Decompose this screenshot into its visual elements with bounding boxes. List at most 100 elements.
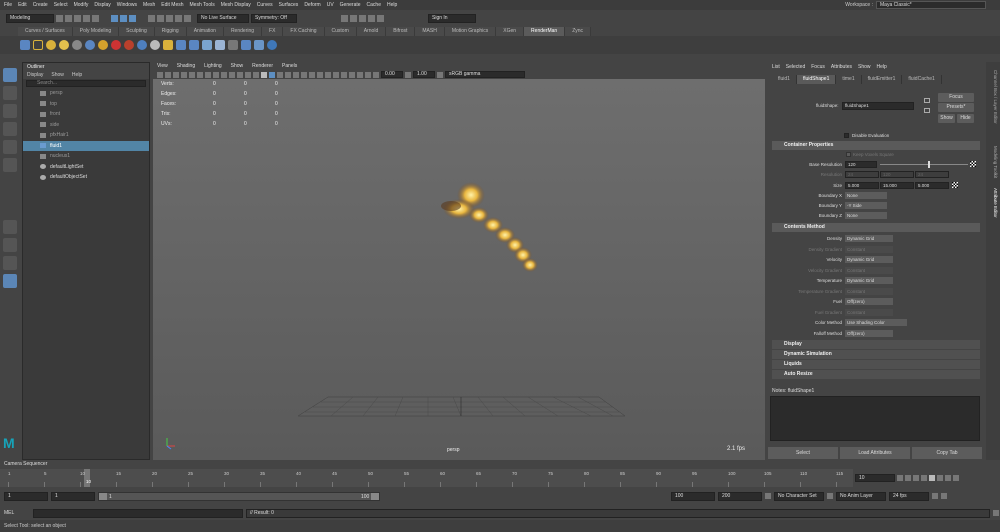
menu-surfaces[interactable]: Surfaces — [279, 2, 299, 8]
shelf-tab-poly-modeling[interactable]: Poly Modeling — [72, 27, 120, 36]
menu-create[interactable]: Create — [33, 2, 48, 8]
motion-blur-icon[interactable] — [317, 71, 323, 78]
anti-aliasing-icon[interactable] — [325, 71, 331, 78]
bxdf-icon[interactable] — [124, 40, 134, 50]
outliner-item-top[interactable]: top — [23, 99, 149, 110]
range-end-handle[interactable] — [371, 492, 379, 500]
render-frame-icon[interactable] — [350, 14, 357, 22]
script-language-toggle[interactable]: MEL — [4, 510, 30, 516]
four-pane-icon[interactable] — [3, 238, 17, 252]
menu-mesh[interactable]: Mesh — [143, 2, 155, 8]
shelf-tab-bifrost[interactable]: Bifrost — [386, 27, 416, 36]
redo-icon[interactable] — [92, 14, 99, 22]
material-icon[interactable] — [85, 40, 95, 50]
view-transform-dropdown[interactable]: sRGB gamma — [445, 71, 525, 78]
resolution-gate-icon[interactable] — [221, 71, 227, 78]
presets-button[interactable]: Presets* — [938, 103, 974, 112]
shelf-tab-xgen[interactable]: XGen — [496, 27, 525, 36]
render-view-icon[interactable] — [341, 14, 348, 22]
gate-mask-icon[interactable] — [229, 71, 235, 78]
pattern-icon[interactable] — [137, 40, 147, 50]
render-settings-icon[interactable] — [368, 14, 375, 22]
menu-select[interactable]: Select — [54, 2, 68, 8]
shelf-tab-renderman[interactable]: RenderMan — [524, 27, 566, 36]
keep-voxels-square-checkbox[interactable] — [846, 152, 851, 157]
xray-components-icon[interactable] — [365, 71, 371, 78]
outliner-search-input[interactable]: Search... — [26, 80, 146, 87]
star-icon[interactable] — [111, 40, 121, 50]
base-resolution-slider-handle[interactable] — [928, 161, 930, 168]
outliner-menu-show[interactable]: Show — [51, 71, 64, 79]
step-forward-key-icon[interactable] — [945, 475, 951, 481]
size-x-field[interactable]: 5.000 — [845, 182, 879, 189]
fps-dropdown[interactable]: 24 fps — [889, 491, 929, 501]
step-back-frame-icon[interactable] — [913, 475, 919, 481]
boundary-z-dropdown[interactable]: None — [845, 212, 887, 219]
shelf-tab-zync[interactable]: Zync — [565, 27, 592, 36]
auto-key-icon[interactable] — [932, 493, 938, 499]
tractor-icon[interactable] — [254, 40, 264, 50]
menu-help[interactable]: Help — [387, 2, 397, 8]
anim-layer-dropdown[interactable]: No Anim Layer — [836, 491, 886, 501]
rect-light-icon[interactable] — [72, 40, 82, 50]
symmetry-dropdown[interactable]: Symmetry: Off — [251, 13, 297, 23]
range-slider[interactable]: 1 100 — [98, 491, 380, 501]
viewport-menu-shading[interactable]: Shading — [177, 63, 195, 69]
fuel-dropdown[interactable]: Off(zero) — [845, 298, 893, 305]
ae-tab-time1[interactable]: time1 — [836, 75, 862, 84]
it-icon[interactable] — [189, 40, 199, 50]
undo-icon[interactable] — [83, 14, 90, 22]
ae-menu-help[interactable]: Help — [877, 64, 887, 70]
select-tool-icon[interactable] — [3, 68, 17, 82]
outliner-item-front[interactable]: front — [23, 109, 149, 120]
shelf-tab-fx[interactable]: FX — [262, 27, 284, 36]
menu-uv[interactable]: UV — [327, 2, 334, 8]
ae-tab-fluidcache1[interactable]: fluidCache1 — [902, 75, 942, 84]
help-icon[interactable] — [267, 40, 277, 50]
viewport-persp[interactable]: Verts: 0 0 0 Edges: 0 0 0 Faces: 0 0 0 Tris: 0 0 0 UVs: 0… — [153, 79, 765, 460]
outliner-item-nucleus1[interactable]: nucleus1 — [23, 151, 149, 162]
single-pane-icon[interactable] — [3, 220, 17, 234]
move-tool-icon[interactable] — [3, 122, 17, 136]
go-to-start-icon[interactable] — [897, 475, 903, 481]
use-all-lights-icon[interactable] — [293, 71, 299, 78]
size-y-field[interactable]: 15.000 — [880, 182, 914, 189]
grease-pencil-icon[interactable] — [197, 71, 203, 78]
exposure-field[interactable]: 0.00 — [381, 71, 403, 78]
shadows-icon[interactable] — [301, 71, 307, 78]
menu-windows[interactable]: Windows — [117, 2, 137, 8]
camera-icon[interactable] — [157, 71, 163, 78]
menu-display[interactable]: Display — [94, 2, 110, 8]
script-editor-icon[interactable] — [993, 510, 999, 516]
falloff-method-dropdown[interactable]: Off(zero) — [845, 329, 893, 337]
textured-icon[interactable] — [285, 71, 291, 78]
render-icon[interactable] — [33, 40, 43, 50]
snap-plane-icon[interactable] — [175, 14, 182, 22]
paint-select-icon[interactable] — [3, 104, 17, 118]
localqueue-icon[interactable] — [241, 40, 251, 50]
outliner-item-fluid1[interactable]: fluid1 — [23, 140, 149, 151]
menu-mesh-tools[interactable]: Mesh Tools — [190, 2, 215, 8]
exposure-icon[interactable] — [373, 71, 379, 78]
auto-resize-frame[interactable]: Auto Resize — [772, 370, 980, 379]
settings-icon[interactable] — [228, 40, 238, 50]
end-time-field[interactable]: 200 — [718, 491, 762, 501]
hide-button[interactable]: Hide — [957, 114, 974, 123]
camera-attributes-icon[interactable] — [165, 71, 171, 78]
show-button[interactable]: Show — [938, 114, 955, 123]
dome-light-icon[interactable] — [59, 40, 69, 50]
grid-icon[interactable] — [176, 40, 186, 50]
menuset-dropdown[interactable]: Modeling — [6, 13, 54, 23]
new-scene-icon[interactable] — [56, 14, 63, 22]
copy-node-icon[interactable] — [924, 108, 930, 113]
display-frame[interactable]: Display — [772, 340, 980, 349]
shelf-tab-curves-surfaces[interactable]: Curves / Surfaces — [18, 27, 73, 36]
color-method-dropdown[interactable]: Use Shading Color — [845, 319, 907, 326]
shelf-tab-sculpting[interactable]: Sculpting — [119, 27, 155, 36]
character-set-dropdown[interactable]: No Character Set — [774, 491, 824, 501]
dynamic-simulation-frame[interactable]: Dynamic Simulation — [772, 350, 980, 359]
bulb-icon[interactable] — [163, 40, 173, 50]
resolution-y-field[interactable]: 120 — [880, 171, 914, 178]
rotate-tool-icon[interactable] — [3, 140, 17, 154]
ae-tab-fluid1[interactable]: fluid1 — [772, 75, 797, 84]
